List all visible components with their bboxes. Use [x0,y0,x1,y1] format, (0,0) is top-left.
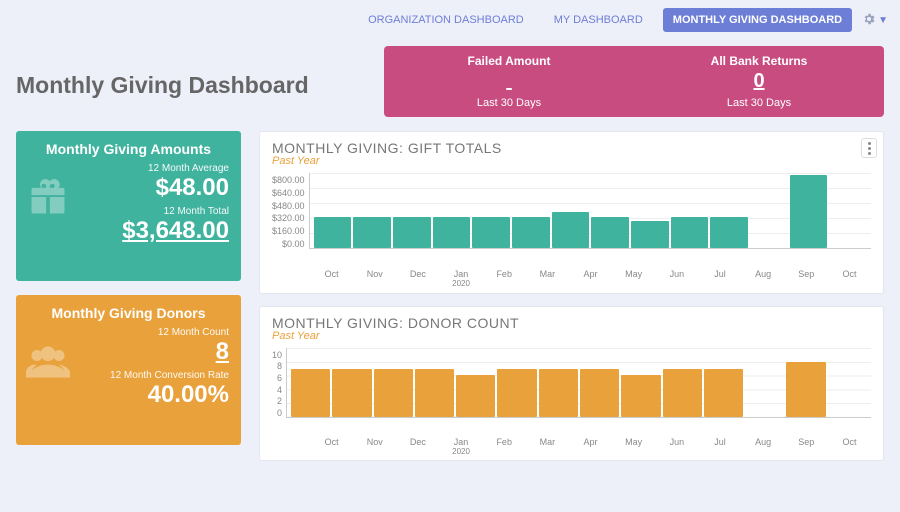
failed-amount-value [384,70,634,93]
gift-panel-title: MONTHLY GIVING: GIFT TOTALS [272,140,871,156]
chart-bar[interactable] [790,175,828,249]
chart-bar[interactable] [456,375,495,417]
nav-my-dashboard[interactable]: MY DASHBOARD [544,8,653,32]
monthly-giving-amounts-card[interactable]: Monthly Giving Amounts 12 Month Average … [16,131,241,281]
nav-org-dashboard[interactable]: ORGANIZATION DASHBOARD [358,8,534,32]
count-label: 12 Month Count [28,327,229,338]
chart-bar[interactable] [291,369,330,418]
alert-card: Failed Amount Last 30 Days All Bank Retu… [384,46,884,117]
chart-bar[interactable] [314,217,352,249]
chart-bar[interactable] [433,217,471,249]
nav-monthly-dashboard[interactable]: MONTHLY GIVING DASHBOARD [663,8,852,32]
donor-panel-subtitle: Past Year [272,330,871,342]
chart-bar[interactable] [374,369,413,418]
donor-panel-title: MONTHLY GIVING: DONOR COUNT [272,315,871,331]
top-nav: ORGANIZATION DASHBOARD MY DASHBOARD MONT… [0,0,900,36]
failed-amount-block[interactable]: Failed Amount Last 30 Days [384,54,634,109]
chart-bar[interactable] [710,217,748,249]
total-label: 12 Month Total [28,206,229,217]
chart-bar[interactable] [671,217,709,249]
gift-totals-chart: $800.00$640.00$480.00$320.00$160.00$0.00 [272,173,871,268]
amounts-card-title: Monthly Giving Amounts [28,141,229,157]
bank-returns-label: All Bank Returns [634,54,884,68]
monthly-giving-donors-card[interactable]: Monthly Giving Donors 12 Month Count 8 1… [16,295,241,445]
page-title: Monthly Giving Dashboard [16,46,366,117]
chart-bar[interactable] [472,217,510,249]
bank-returns-sub: Last 30 Days [634,97,884,109]
chart-bar[interactable] [353,217,391,249]
chart-bar[interactable] [393,217,431,249]
chart-bar[interactable] [621,375,660,417]
chart-bar[interactable] [415,369,454,418]
chart-bar[interactable] [591,217,629,249]
chart-bar[interactable] [512,217,550,249]
settings-menu[interactable]: ▼ [862,12,888,29]
donor-count-panel: MONTHLY GIVING: DONOR COUNT Past Year 10… [259,306,884,462]
chart-bar[interactable] [497,369,536,418]
chart-bar[interactable] [539,369,578,418]
bank-returns-block[interactable]: All Bank Returns 0 Last 30 Days [634,54,884,109]
donor-count-chart: 1086420 [272,348,871,436]
failed-amount-sub: Last 30 Days [384,97,634,109]
chart-bar[interactable] [332,369,371,418]
chart-bar[interactable] [704,369,743,418]
caret-down-icon: ▼ [878,15,888,26]
gift-panel-menu[interactable] [861,138,877,158]
rate-label: 12 Month Conversion Rate [28,370,229,381]
bank-returns-value: 0 [634,70,884,93]
avg-label: 12 Month Average [28,163,229,174]
chart-bar[interactable] [631,221,669,248]
chart-bar[interactable] [663,369,702,418]
donors-card-title: Monthly Giving Donors [28,305,229,321]
chart-bar[interactable] [786,362,825,418]
gift-totals-panel: MONTHLY GIVING: GIFT TOTALS Past Year $8… [259,131,884,294]
chart-bar[interactable] [552,212,590,248]
failed-amount-label: Failed Amount [384,54,634,68]
gear-icon [862,12,876,29]
gift-panel-subtitle: Past Year [272,155,871,167]
chart-bar[interactable] [580,369,619,418]
